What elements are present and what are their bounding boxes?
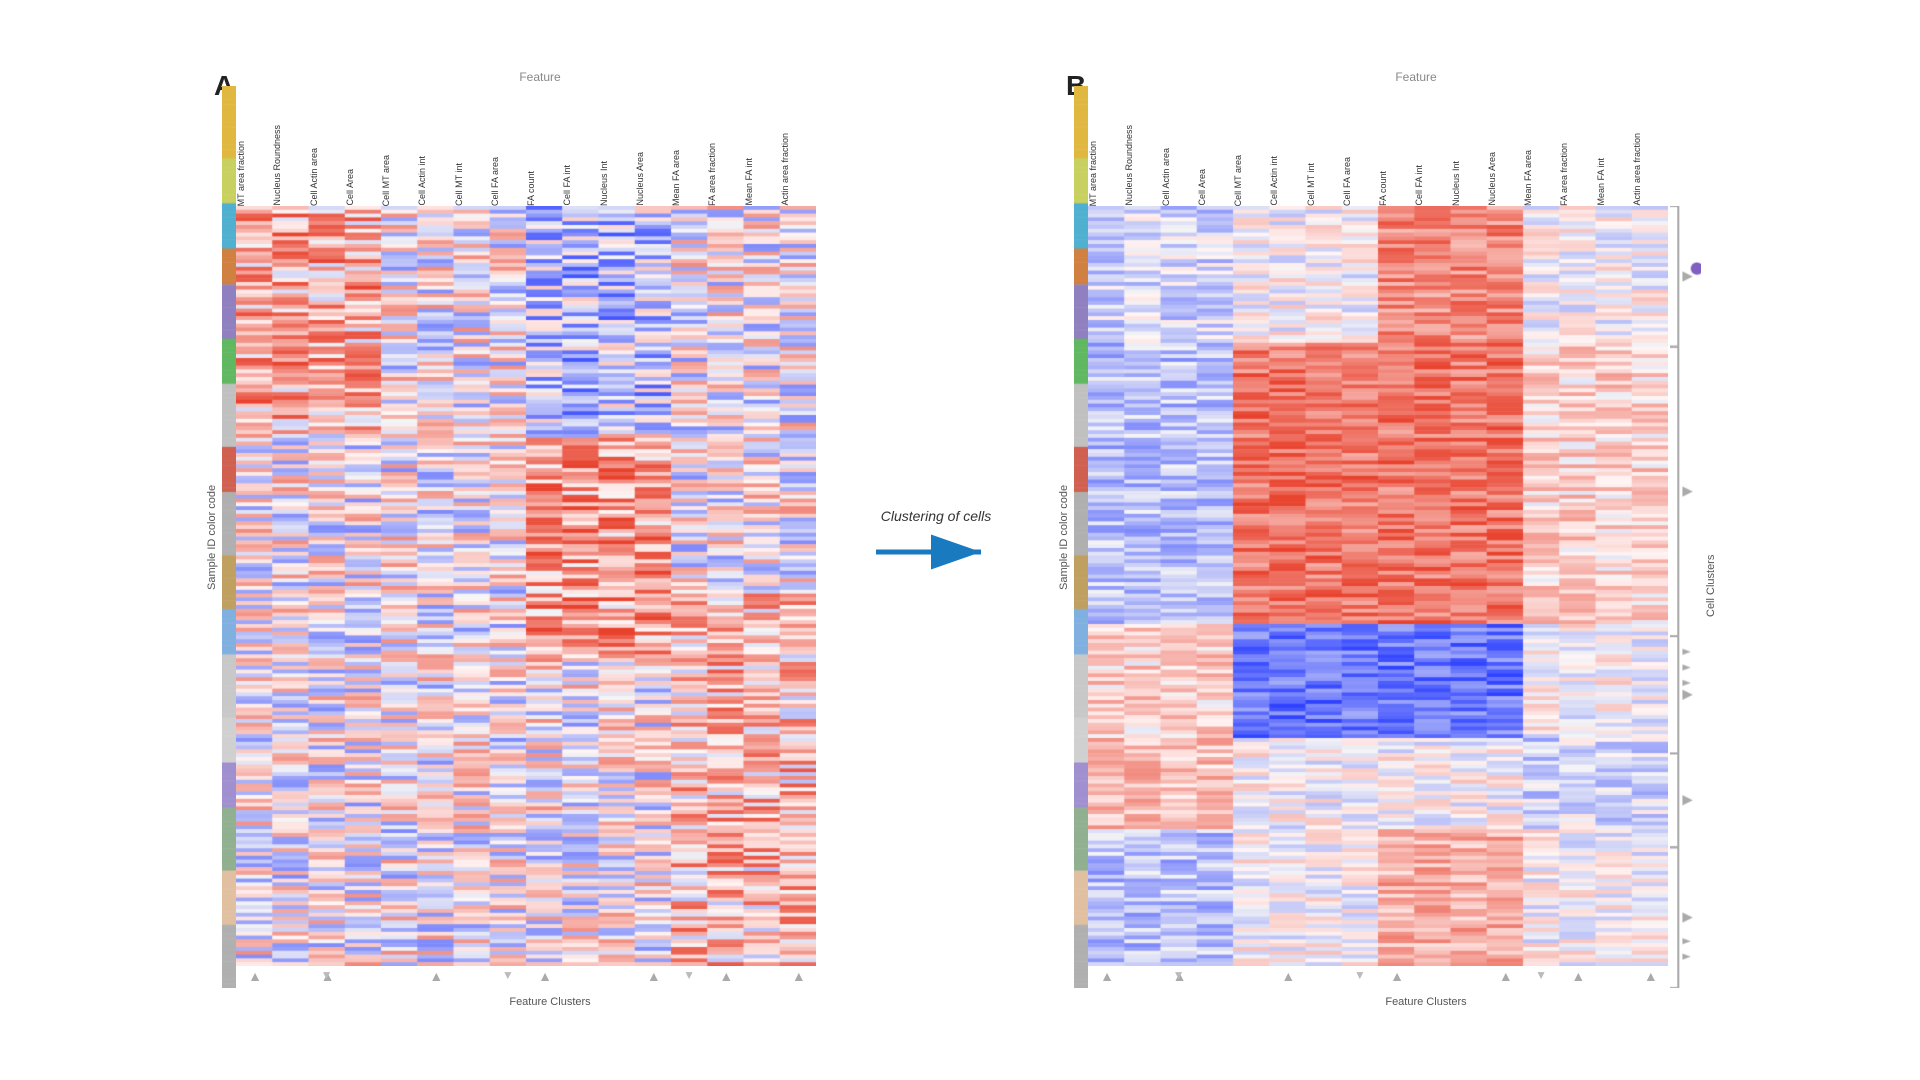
panel-b-y-label: Sample ID color code (1056, 86, 1072, 988)
panel-a: A Feature Sample ID color code MT area f… (204, 70, 816, 1010)
panel-a-heatmap-wrapper: Sample ID color code MT area fractionNuc… (204, 86, 816, 1010)
col-header-11: Nucleus Area (635, 148, 671, 206)
bottom-tri-down-2: ▼ (1535, 968, 1547, 982)
panel-b-bottom-tri: ▲▲▲▲▲▲▲▼▼▼ (1088, 968, 1668, 988)
bottom-tri-2: ▲ (1281, 968, 1295, 984)
col-header-13: FA area fraction (707, 139, 743, 206)
bottom-tri-down-1: ▼ (502, 968, 514, 982)
panel-a-x-label: Feature Clusters (284, 992, 816, 1010)
col-header-15: Actin area fraction (780, 129, 816, 206)
bottom-tri-6: ▲ (1644, 968, 1658, 984)
bottom-tri-6: ▲ (792, 968, 806, 984)
panel-a-axes: Sample ID color code MT area fractionNuc… (204, 86, 816, 988)
bottom-tri-down-0: ▼ (321, 968, 333, 982)
panel-b-dendro (1670, 206, 1701, 988)
col-header-7: Cell FA area (490, 153, 526, 206)
col-header-14: Mean FA int (744, 154, 780, 206)
panel-b-feature-label: Feature (1395, 70, 1436, 84)
panel-a-heatmap-canvas (236, 206, 816, 966)
col-header-12: Mean FA area (1523, 146, 1559, 206)
bottom-tri-0: ▲ (1100, 968, 1114, 984)
bottom-tri-5: ▲ (1571, 968, 1585, 984)
col-header-11: Nucleus Area (1487, 148, 1523, 206)
panel-b: B Feature Sample ID color code MT area f… (1056, 70, 1716, 1010)
arrow-icon (876, 532, 996, 572)
bottom-tri-4: ▲ (1499, 968, 1513, 984)
bottom-tri-2: ▲ (429, 968, 443, 984)
col-header-8: FA count (1378, 167, 1414, 206)
main-container: A Feature Sample ID color code MT area f… (0, 0, 1920, 1080)
col-header-4: Cell MT area (381, 151, 417, 206)
col-header-2: Cell Actin area (1161, 144, 1197, 206)
col-header-10: Nucleus Int (599, 157, 635, 206)
panel-a-bottom-tri: ▲▲▲▲▲▲▲▼▼▼ (236, 968, 816, 988)
panel-b-heatmap-wrapper: Sample ID color code MT area fractionNuc… (1056, 86, 1716, 1010)
panel-b-heatmap-canvas (1088, 206, 1668, 966)
panel-a-canvas-area: MT area fractionNucleus RoundnessCell Ac… (236, 86, 816, 988)
col-header-12: Mean FA area (671, 146, 707, 206)
panel-a-col-headers: MT area fractionNucleus RoundnessCell Ac… (236, 86, 816, 206)
col-header-6: Cell MT int (454, 159, 490, 206)
col-header-10: Nucleus Int (1451, 157, 1487, 206)
bottom-tri-down-1: ▼ (1354, 968, 1366, 982)
arrow-label: Clustering of cells (881, 508, 992, 524)
bottom-tri-0: ▲ (248, 968, 262, 984)
col-header-1: Nucleus Roundness (1124, 121, 1160, 206)
col-header-2: Cell Actin area (309, 144, 345, 206)
panel-a-y-label: Sample ID color code (204, 86, 220, 988)
col-header-5: Cell Actin int (417, 152, 453, 206)
panel-b-axes: Sample ID color code MT area fractionNuc… (1056, 86, 1716, 988)
bottom-tri-3: ▲ (1390, 968, 1404, 984)
bottom-tri-4: ▲ (647, 968, 661, 984)
cell-clusters-label: Cell Clusters (1705, 206, 1717, 966)
bottom-tri-3: ▲ (538, 968, 552, 984)
col-header-15: Actin area fraction (1632, 129, 1668, 206)
col-header-14: Mean FA int (1596, 154, 1632, 206)
col-header-8: FA count (526, 167, 562, 206)
col-header-3: Cell Area (345, 165, 381, 206)
col-header-5: Cell Actin int (1269, 152, 1305, 206)
panel-b-x-label: Feature Clusters (1136, 992, 1716, 1010)
panel-b-canvas-area: MT area fractionNucleus RoundnessCell Ac… (1088, 86, 1668, 988)
panel-b-right: Cell Clusters (1670, 86, 1716, 988)
col-header-0: MT area fraction (236, 137, 272, 206)
col-header-3: Cell Area (1197, 165, 1233, 206)
panel-a-feature-label: Feature (519, 70, 560, 84)
col-header-0: MT area fraction (1088, 137, 1124, 206)
col-header-9: Cell FA int (1414, 161, 1450, 206)
bottom-tri-5: ▲ (719, 968, 733, 984)
panel-a-sidebar (222, 86, 236, 988)
panel-b-col-headers: MT area fractionNucleus RoundnessCell Ac… (1088, 86, 1668, 206)
col-header-7: Cell FA area (1342, 153, 1378, 206)
bottom-tri-down-2: ▼ (683, 968, 695, 982)
col-header-13: FA area fraction (1559, 139, 1595, 206)
col-header-4: Cell MT area (1233, 151, 1269, 206)
col-header-9: Cell FA int (562, 161, 598, 206)
col-header-1: Nucleus Roundness (272, 121, 308, 206)
panel-b-sidebar (1074, 86, 1088, 988)
arrow-container: Clustering of cells (876, 508, 996, 572)
bottom-tri-down-0: ▼ (1173, 968, 1185, 982)
col-header-6: Cell MT int (1306, 159, 1342, 206)
